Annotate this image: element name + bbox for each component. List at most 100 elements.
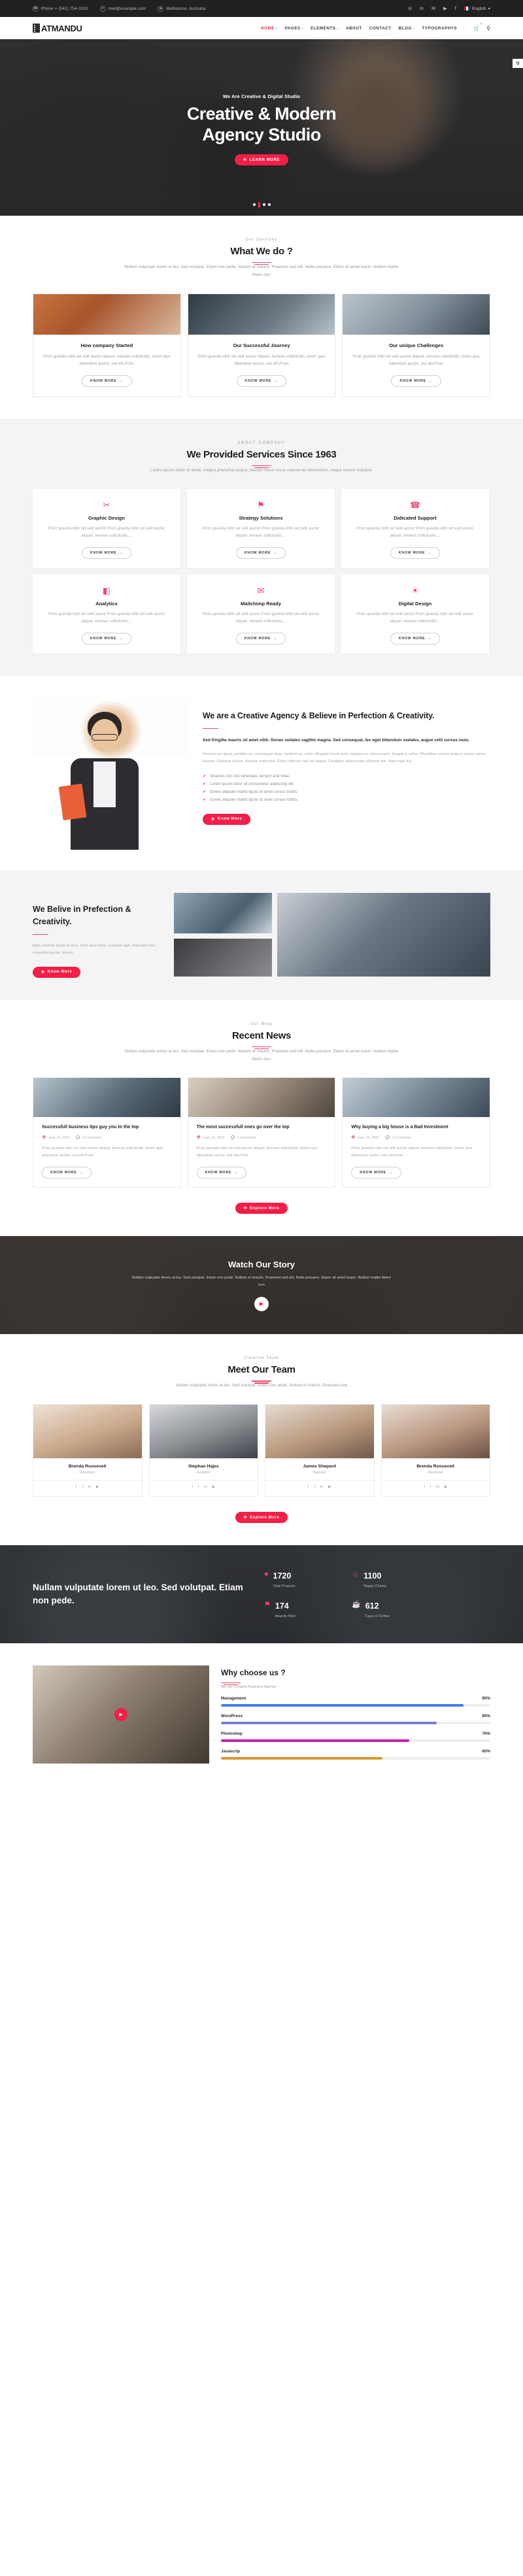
nav-item-blog[interactable]: BLOG ▾ [399, 26, 415, 31]
news-explore-more-button[interactable]: ✚ Explore More [235, 1203, 288, 1214]
check-label: Donec aliquam mattis ligula sit amet cur… [210, 798, 298, 803]
news-grid: Successfull business tips guy you to the… [33, 1077, 491, 1188]
arrow-right-icon: → [234, 1171, 239, 1175]
about-section: We are a Creative Agency & Believe in Pe… [0, 676, 523, 871]
news-image [188, 1078, 335, 1118]
service-item-graphic-design[interactable]: ✂ Graphic Design Proin gravida nibh vel … [33, 488, 180, 568]
language-selector[interactable]: English ▾ [464, 7, 490, 11]
know-more-button[interactable]: KNOW MORE → [196, 1167, 247, 1179]
youtube-icon[interactable]: ▶ [445, 1485, 447, 1489]
nav-item-elements[interactable]: ELEMENTS ▾ [311, 26, 339, 31]
service-item-didicated-support[interactable]: ☎ Didicated Support Proin gravida nibh v… [341, 488, 489, 568]
mailchimp-icon: ✉ [257, 585, 265, 595]
cart-count: 1 [480, 21, 482, 25]
phone-item[interactable]: ☎ Phone + (541) 754-3010 [33, 5, 88, 12]
know-more-button[interactable]: KNOW MORE → [81, 546, 132, 559]
play-icon[interactable]: ▶ [254, 1296, 269, 1311]
location-item[interactable]: ◉ Melbourne, Australia [158, 5, 205, 12]
hero-dot-active[interactable] [258, 202, 260, 208]
team-member[interactable]: Brenda Roosevelt Developer f t in ▶ [380, 1404, 490, 1497]
news-card[interactable]: Successfull business tips guy you to the… [33, 1077, 181, 1188]
know-more-button[interactable]: KNOW MORE → [390, 546, 441, 559]
service-card[interactable]: How company Started Proin gravida nibh v… [33, 293, 181, 397]
facebook-icon[interactable]: f [424, 1485, 425, 1489]
know-more-button[interactable]: KNOW MORE → [81, 633, 132, 645]
youtube-icon[interactable]: ▶ [328, 1485, 331, 1489]
skill-bar-photoshop: Photoshop 70% [221, 1731, 490, 1743]
nav-item-pages[interactable]: PAGES ▾ [285, 26, 304, 31]
about-know-more-button[interactable]: ✚ Know More [203, 813, 251, 825]
service-item-analytics[interactable]: ◧ Analytics Proin gravida nibh vel velit… [33, 574, 180, 654]
nav-item-contact[interactable]: CONTACT [369, 26, 392, 31]
twitter-icon[interactable]: t [430, 1485, 431, 1489]
believe-know-more-button[interactable]: ✚ Know More [33, 966, 81, 978]
play-icon[interactable]: ▶ [114, 1708, 127, 1722]
hero-dot[interactable] [262, 203, 265, 206]
twitter-icon[interactable]: ✉ [431, 7, 435, 11]
facebook-icon[interactable]: f [308, 1485, 309, 1489]
youtube-icon[interactable]: ▶ [96, 1485, 99, 1489]
linkedin-icon[interactable]: in [420, 7, 424, 11]
search-icon[interactable]: ⚲ [486, 25, 490, 31]
service-item-strategy-solutions[interactable]: ⚑ Strategy Solutions Proin gravida nibh … [187, 488, 335, 568]
team-member[interactable]: James Shepard Marketer f t in ▶ [265, 1404, 375, 1497]
hero-dot[interactable] [267, 203, 271, 206]
twitter-icon[interactable]: t [314, 1485, 315, 1489]
facebook-icon[interactable]: f [76, 1485, 77, 1489]
plus-circle-icon: ✚ [243, 158, 247, 163]
youtube-icon[interactable]: ▶ [443, 7, 447, 11]
linkedin-icon[interactable]: in [320, 1485, 323, 1489]
know-more-button[interactable]: KNOW MORE → [351, 1167, 401, 1179]
mail-icon: ✉ [99, 5, 106, 12]
know-more-button[interactable]: KNOW MORE → [390, 633, 441, 645]
hero-dot[interactable] [252, 203, 256, 206]
settings-icon[interactable]: ⚙ [513, 59, 523, 68]
services-section: ABOUT COMPANY We Provided Services Since… [0, 418, 523, 677]
hero-title: Creative & Modern Agency Studio [187, 104, 337, 146]
linkedin-icon[interactable]: in [205, 1485, 207, 1489]
service-item-mailchimp-ready[interactable]: ✉ Mailchimp Ready Proin gravida nibh vel… [187, 574, 335, 654]
title-divider [203, 728, 218, 729]
nav-item-typographys[interactable]: TYPOGRAPHYS [422, 26, 457, 31]
email-item[interactable]: ✉ mail@example.com [99, 5, 146, 12]
nav-item-about[interactable]: ABOUT [346, 26, 362, 31]
facebook-icon[interactable]: f [192, 1485, 193, 1489]
know-more-button[interactable]: KNOW MORE → [42, 1167, 92, 1179]
logo[interactable]: ATMANDU [33, 24, 82, 33]
service-card[interactable]: Our unique Challenges Proin gravida nibh… [342, 293, 491, 397]
linkedin-icon[interactable]: in [88, 1485, 91, 1489]
skill-percent: 60% [482, 1749, 490, 1754]
team-explore-more-button[interactable]: ✚ Explore More [235, 1512, 288, 1524]
know-more-button[interactable]: KNOW MORE → [82, 375, 132, 387]
know-more-button[interactable]: KNOW MORE → [235, 546, 286, 559]
service-card[interactable]: Our Successful Journey Proin gravida nib… [187, 293, 336, 397]
team-member[interactable]: Brenda Roosevelt Developer f t in ▶ [33, 1404, 143, 1497]
headset-icon: ☎ [409, 499, 421, 510]
news-card-title: Successfull business tips guy you to the… [42, 1125, 139, 1130]
hero-learn-more-button[interactable]: ✚ LEARN MORE [235, 154, 288, 166]
what-we-do-eyebrow: Our Services [245, 238, 278, 242]
cart-icon[interactable]: 🛒 1 [473, 21, 482, 31]
button-label: KNOW MORE [399, 378, 426, 383]
why-content: Why choose us ? We are Creative Business… [221, 1665, 490, 1760]
card-title: Our Successful Journey [233, 342, 290, 348]
service-item-digital-design[interactable]: ☀ Digital Design Proin gravida nibh vel … [341, 574, 489, 654]
member-name: Brenda Roosevelt [416, 1464, 455, 1469]
nav-label: PAGES [284, 25, 301, 31]
know-more-button[interactable]: KNOW MORE → [236, 375, 287, 387]
news-card[interactable]: Why buying a big house is a Bad Investme… [342, 1077, 491, 1188]
know-more-button[interactable]: KNOW MORE → [235, 633, 286, 645]
progress-fill [221, 1722, 437, 1725]
service-title: Analytics [95, 600, 118, 607]
nav-item-home[interactable]: HOME ▾ [261, 26, 277, 31]
instagram-icon[interactable]: ◎ [408, 7, 412, 11]
news-card[interactable]: The most successfull ones go over the to… [187, 1077, 336, 1188]
twitter-icon[interactable]: t [198, 1485, 199, 1489]
twitter-icon[interactable]: t [82, 1485, 83, 1489]
linkedin-icon[interactable]: in [437, 1485, 439, 1489]
plus-circle-icon: ✚ [243, 1516, 248, 1520]
facebook-icon[interactable]: f [455, 7, 456, 11]
know-more-button[interactable]: KNOW MORE → [391, 375, 441, 387]
team-member[interactable]: Stephan Hajes Designer f t in ▶ [148, 1404, 258, 1497]
youtube-icon[interactable]: ▶ [212, 1485, 215, 1489]
